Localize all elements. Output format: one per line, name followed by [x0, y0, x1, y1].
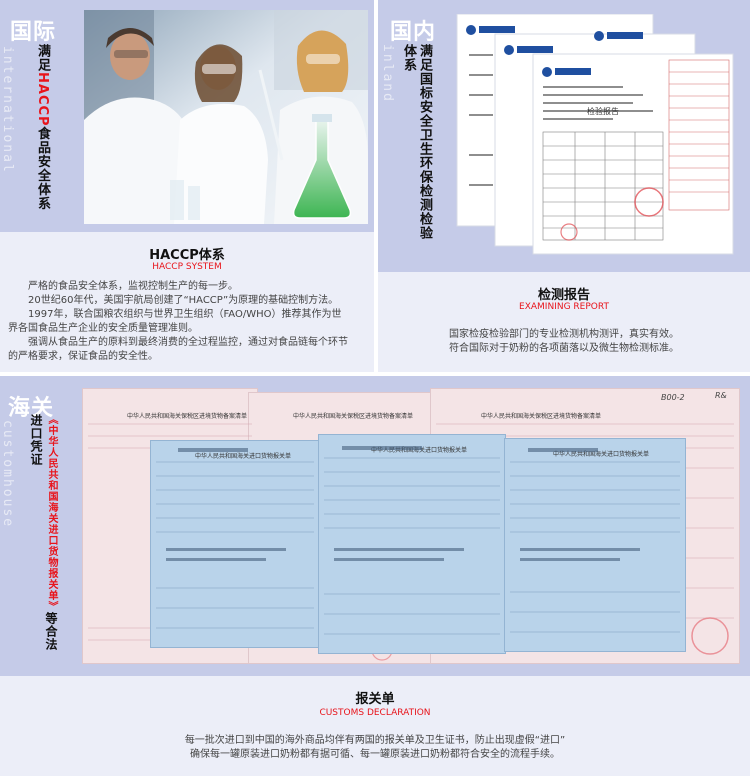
haccp-card: HACCP体系 HACCP SYSTEM 严格的食品安全体系，监视控制生产的每一…: [0, 232, 374, 372]
exam-report-line: 国家检疫检验部门的专业检测机构测评，真实有效。: [449, 329, 679, 340]
haccp-card-body: 严格的食品安全体系，监视控制生产的每一步。 20世纪60年代，美国宇航局创建了“…: [8, 280, 370, 364]
report-header: 检验报告: [587, 107, 619, 116]
domestic-tag: 国内: [390, 20, 437, 45]
exam-report-card: 检测报告 EXAMINING REPORT 国家检疫检验部门的专业检测机构测评，…: [378, 272, 750, 372]
exam-report-body: 国家检疫检验部门的专业检测机构测评，真实有效。 符合国际对于奶粉的各项菌落以及微…: [378, 328, 750, 356]
exam-report-line: 符合国际对于奶粉的各项菌落以及微生物检测标准。: [449, 343, 679, 354]
international-vertical-text: 满足HACCP食品安全体系: [34, 44, 50, 211]
lab-scientists-photo: [84, 10, 368, 224]
international-vertical-pre: 满足: [35, 44, 50, 72]
lab-photo-illustration: [84, 10, 368, 224]
customs-strip: 海关 customhouse 《中华人民共和国海关进口货物报关单》等合法进口凭证: [0, 376, 80, 666]
haccp-body-line: 界各国食品生产企业的安全质量管理准则。: [8, 323, 198, 334]
customs-vertical-text: 《中华人民共和国海关进口货物报关单》等合法进口凭证: [28, 414, 59, 662]
international-tag: 国际: [10, 20, 57, 45]
haccp-highlight: HACCP: [35, 72, 50, 127]
haccp-card-title: HACCP体系: [149, 248, 225, 263]
haccp-body-line: 严格的食品安全体系，监视控制生产的每一步。: [28, 281, 238, 292]
exam-report-title: 检测报告: [537, 288, 590, 303]
domestic-vertical-text: 满足国标安全卫生环保检测检验体系: [401, 44, 432, 240]
international-tag-en: international: [0, 46, 15, 174]
customs-declaration-highlight: 《中华人民共和国海关进口货物报关单》: [46, 414, 57, 612]
international-strip: 国际 international 满足HACCP食品安全体系: [0, 0, 84, 232]
exam-report-subtitle: EXAMINING REPORT: [519, 302, 609, 312]
customs-tag-en: customhouse: [0, 420, 15, 529]
haccp-body-line: 强调从食品生产的原料到最终消费的全过程监控，通过对食品链每个环节: [28, 337, 348, 348]
inspection-report-illustration: [456, 13, 734, 255]
blue-form-grid: [156, 446, 680, 635]
customs-card-title: 报关单: [355, 692, 395, 707]
haccp-body-line: 1997年，联合国粮农组织与世界卫生组织（FAO/WHO）推荐其作为世: [28, 309, 342, 320]
international-vertical-post: 食品安全体系: [35, 126, 50, 211]
haccp-card-subtitle: HACCP SYSTEM: [152, 262, 222, 272]
customs-card-body: 每一批次进口到中国的海外商品均伴有两国的报关单及卫生证书，防止出现虚假“进口” …: [0, 734, 750, 762]
haccp-body-line: 的严格要求，保证食品的安全性。: [8, 351, 158, 362]
customs-card-subtitle: CUSTOMS DECLARATION: [319, 708, 431, 718]
customs-declaration-card: 报关单 CUSTOMS DECLARATION 每一批次进口到中国的海外商品均伴…: [0, 676, 750, 776]
customs-card-line: 每一批次进口到中国的海外商品均伴有两国的报关单及卫生证书，防止出现虚假“进口”: [184, 735, 566, 746]
inspection-reports: 检验报告: [449, 13, 739, 258]
haccp-body-line: 20世纪60年代，美国宇航局创建了“HACCP”为原理的基础控制方法。: [28, 295, 339, 306]
customs-card-line: 确保每一罐原装进口奶粉都有据可循、每一罐原装进口奶粉都符合安全的流程手续。: [190, 749, 560, 760]
customs-documents: 中华人民共和国海关保税区进境货物备案清单 中华人民共和国海关保税区进境货物备案清…: [82, 388, 740, 664]
domestic-tag-en: inland: [380, 44, 395, 103]
